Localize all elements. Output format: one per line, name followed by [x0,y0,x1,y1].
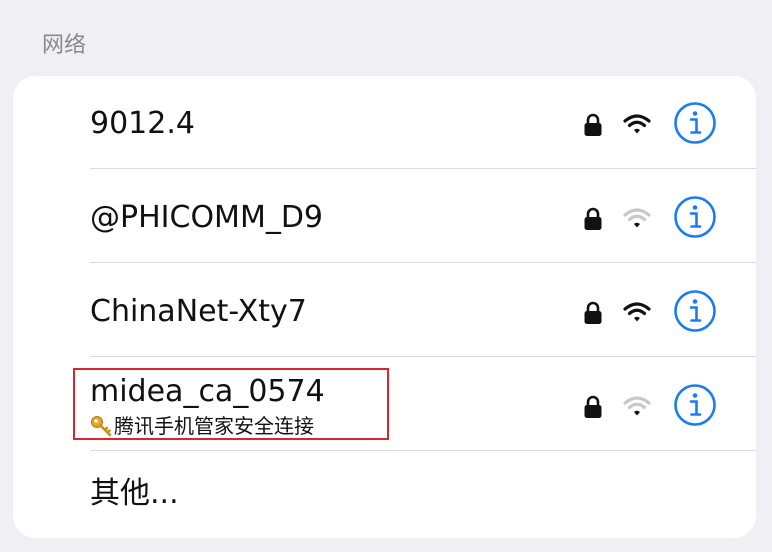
network-ssid: ChinaNet-Xty7 [90,294,307,329]
key-icon [91,416,112,437]
wifi-signal-icon [623,396,651,416]
network-row[interactable]: midea_ca_0574 腾讯手机管家安全连接 [13,358,756,451]
lock-icon [584,207,602,230]
network-row[interactable]: @PHICOMM_D9 [13,170,756,263]
network-list: 9012.4 @PHICOMM_D9 ChinaNet-Xty7 midea_c… [13,76,756,538]
network-ssid: midea_ca_0574 [90,374,325,409]
other-networks-item[interactable]: 其他... [90,476,179,512]
info-icon[interactable] [673,383,717,427]
subtitle-text: 腾讯手机管家安全连接 [114,414,314,438]
network-ssid: 9012.4 [90,106,195,141]
network-subtitle: 腾讯手机管家安全连接 [90,414,314,438]
lock-icon [584,113,602,136]
section-header: 网络 [42,33,87,58]
lock-icon [584,395,602,418]
info-icon[interactable] [673,101,717,145]
wifi-signal-icon [623,208,651,228]
wifi-signal-icon [623,114,651,134]
wifi-signal-icon [623,302,651,322]
lock-icon [584,301,602,324]
network-row[interactable]: 9012.4 [13,76,756,169]
network-row[interactable]: ChinaNet-Xty7 [13,264,756,357]
network-ssid: @PHICOMM_D9 [90,200,324,235]
info-icon[interactable] [673,195,717,239]
info-icon[interactable] [673,289,717,333]
